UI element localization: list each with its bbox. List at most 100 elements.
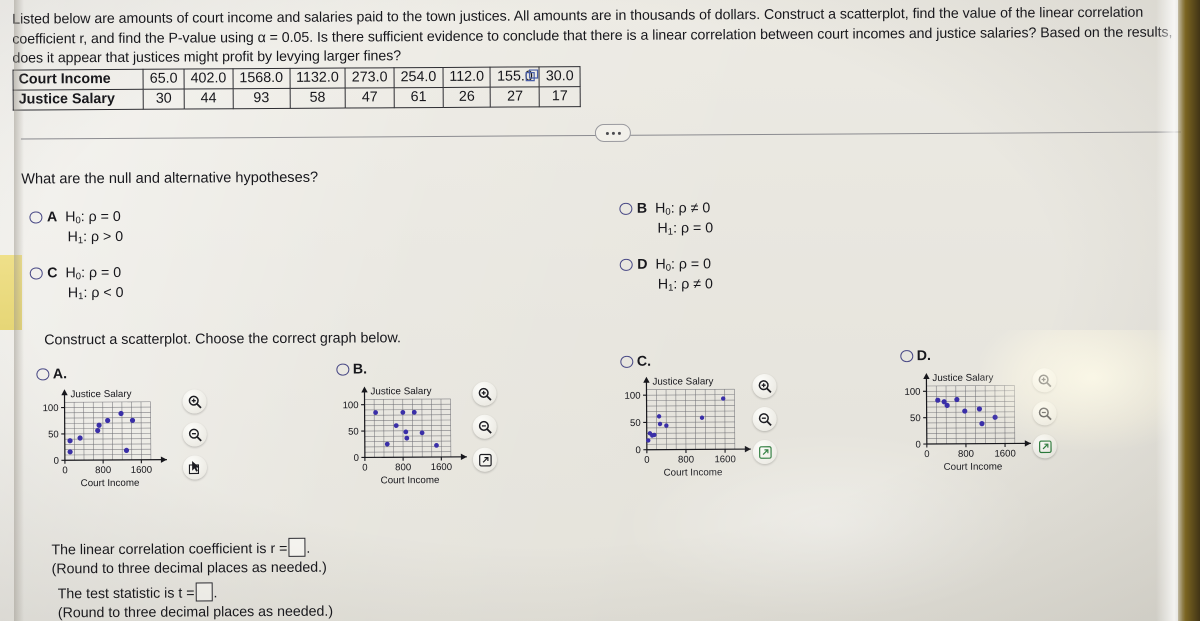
graph-c-header[interactable]: C. [620, 353, 785, 370]
data-table: Court Income 65.0 402.0 1568.0 1132.0 27… [13, 66, 581, 111]
zoom-out-icon[interactable] [1032, 401, 1057, 426]
radio-hypothesis-b[interactable] [619, 202, 632, 215]
graph-a-header[interactable]: A. [36, 365, 201, 382]
graph-d-toolbar[interactable] [1032, 368, 1057, 459]
hypothesis-d-line2: H1: ρ ≠ 0 [657, 276, 713, 294]
cell-income-0: 65.0 [143, 69, 185, 90]
radio-graph-d[interactable] [900, 349, 913, 363]
answer-r-period: . [306, 540, 311, 557]
graph-a-key: A [52, 366, 64, 383]
graph-b-key: B [352, 361, 364, 378]
svg-text:0: 0 [635, 445, 640, 456]
hypothesis-c-key: C [47, 265, 58, 282]
graph-c-plot: 0 800 1600 0 50 100 Justice Salary Court Income [620, 369, 786, 495]
open-in-new-icon[interactable] [472, 447, 497, 472]
radio-hypothesis-d[interactable] [619, 258, 633, 271]
row-label-court-income: Court Income [13, 69, 144, 91]
dot-2 [611, 131, 615, 135]
r-value-input[interactable] [288, 537, 306, 557]
svg-text:1600: 1600 [431, 462, 452, 473]
svg-text:800: 800 [395, 462, 411, 473]
graph-b-header[interactable]: B. [336, 361, 501, 378]
row-label-justice-salary: Justice Salary [13, 89, 144, 111]
graph-a-toolbar[interactable] [182, 389, 208, 480]
svg-text:0: 0 [924, 449, 929, 460]
cell-salary-3: 58 [289, 88, 346, 109]
graph-option-d[interactable]: D. 0 800 1600 0 50 100 Justice Salary Court Inc… [900, 347, 1066, 489]
zoom-out-icon[interactable] [182, 422, 207, 447]
svg-text:800: 800 [958, 449, 974, 460]
svg-text:50: 50 [630, 418, 641, 429]
hypothesis-choice-d[interactable]: D H0: ρ = 0 H1: ρ ≠ 0 [619, 256, 713, 294]
zoom-in-icon[interactable] [182, 389, 207, 414]
hypothesis-c-line1: H0: ρ = 0 [65, 264, 122, 283]
radio-graph-b[interactable] [336, 363, 349, 376]
cell-income-2: 1568.0 [232, 68, 290, 89]
svg-text:Justice Salary: Justice Salary [652, 376, 713, 387]
svg-text:1600: 1600 [131, 465, 152, 476]
zoom-in-icon[interactable] [752, 373, 777, 399]
svg-text:Court Income: Court Income [944, 462, 1003, 473]
hypothesis-c-line2: H1: ρ < 0 [67, 284, 124, 303]
cell-salary-6: 26 [442, 87, 491, 108]
svg-text:100: 100 [43, 403, 59, 414]
hypothesis-b-line1: H0: ρ ≠ 0 [655, 200, 711, 218]
graph-b-plot: 0 800 1600 0 50 100 Justice Salary Court Income [336, 377, 502, 503]
graph-option-b[interactable]: B. 0 800 1600 0 50 100 Justice Salary Court Inc… [336, 361, 502, 503]
problem-statement: Listed below are amounts of court income… [12, 4, 1173, 67]
hypothesis-b-line2: H1: ρ = 0 [657, 220, 714, 238]
answer-r-prompt: The linear correlation coefficient is r … [51, 540, 288, 559]
graph-c-toolbar[interactable] [752, 373, 777, 465]
svg-text:800: 800 [678, 454, 694, 465]
more-options-button[interactable] [594, 123, 631, 143]
cell-salary-5: 61 [394, 87, 444, 108]
zoom-out-icon[interactable] [472, 414, 497, 439]
radio-graph-a[interactable] [36, 367, 49, 381]
radio-hypothesis-c[interactable] [29, 266, 43, 280]
graph-option-a[interactable]: A. 0 800 1600 0 50 100 Justice Salary Court Inc… [36, 365, 208, 507]
svg-text:Court Income: Court Income [381, 475, 440, 486]
svg-text:800: 800 [95, 465, 111, 476]
open-in-new-icon[interactable] [752, 439, 777, 465]
cell-salary-7: 27 [490, 86, 540, 108]
answer-t-line1: The test statistic is t =. [58, 582, 333, 605]
svg-text:50: 50 [910, 413, 921, 424]
answer-r-line2: (Round to three decimal places as needed… [51, 559, 327, 578]
graph-b-toolbar[interactable] [472, 381, 497, 472]
cell-income-3: 1132.0 [289, 68, 346, 89]
hypothesis-choice-b[interactable]: B H0: ρ ≠ 0 H1: ρ = 0 [619, 200, 713, 238]
copy-icon[interactable] [525, 69, 540, 83]
zoom-out-icon[interactable] [752, 406, 777, 432]
svg-text:Justice Salary: Justice Salary [370, 386, 431, 397]
cell-income-8: 30.0 [539, 66, 581, 87]
t-value-input[interactable] [195, 582, 213, 602]
hypothesis-choice-a[interactable]: A H0: ρ = 0 H1: ρ > 0 [29, 209, 123, 247]
scatter-svg-a: 0 800 1600 0 50 100 Justice Salary Court Income [43, 389, 167, 489]
cell-income-4: 273.0 [345, 67, 395, 89]
zoom-in-icon[interactable] [1032, 368, 1057, 393]
graph-d-header[interactable]: D. [900, 347, 1065, 364]
svg-text:Justice Salary: Justice Salary [932, 373, 993, 384]
hypothesis-d-line1: H0: ρ = 0 [655, 256, 712, 274]
open-in-new-icon[interactable] [1032, 434, 1057, 459]
svg-text:100: 100 [343, 400, 359, 411]
svg-text:0: 0 [62, 465, 67, 476]
hypothesis-a-key: A [46, 209, 58, 226]
svg-text:50: 50 [348, 427, 359, 438]
cell-income-5: 254.0 [393, 67, 443, 88]
graph-d-plot: 0 800 1600 0 50 100 Justice Salary Court Income [900, 363, 1066, 489]
svg-text:0: 0 [54, 456, 59, 467]
svg-text:Justice Salary: Justice Salary [70, 389, 131, 400]
cell-salary-1: 44 [184, 88, 234, 110]
dot-3 [617, 131, 621, 135]
cell-salary-8: 17 [539, 86, 581, 107]
graph-option-c[interactable]: C. 0 800 1600 0 50 100 Justice Salary Court Inc… [620, 353, 786, 495]
hypothesis-choice-c[interactable]: C H0: ρ = 0 H1: ρ < 0 [29, 264, 124, 303]
zoom-in-icon[interactable] [472, 381, 497, 406]
scatterplot-prompt: Construct a scatterplot. Choose the corr… [44, 330, 402, 349]
cursor-select-icon[interactable] [182, 455, 208, 480]
answer-t-line2: (Round to three decimal places as needed… [57, 603, 334, 621]
radio-graph-c[interactable] [620, 355, 633, 368]
radio-hypothesis-a[interactable] [29, 210, 42, 224]
hypothesis-a-line2: H1: ρ > 0 [67, 228, 124, 247]
